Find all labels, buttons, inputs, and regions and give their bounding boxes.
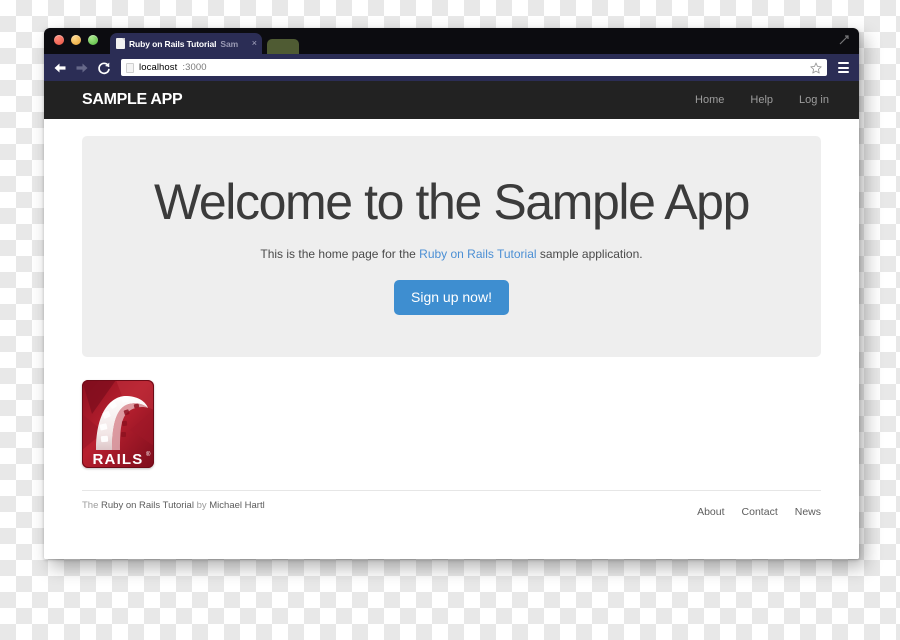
page-container: Welcome to the Sample App This is the ho… (44, 136, 859, 518)
footer-tutorial-link[interactable]: Ruby on Rails Tutorial (101, 500, 194, 511)
rails-wordmark: RAILS (93, 451, 144, 468)
url-port-text: :3000 (182, 62, 207, 73)
reload-icon[interactable] (97, 61, 111, 75)
browser-tab-inactive[interactable] (267, 39, 299, 54)
tab-close-icon[interactable]: × (252, 39, 257, 48)
footer-text-middle: by (193, 500, 210, 511)
tutorial-link[interactable]: Ruby on Rails Tutorial (419, 247, 536, 261)
url-host-text: localhost (139, 62, 178, 73)
bookmark-star-icon[interactable] (810, 62, 822, 74)
menu-line (838, 71, 849, 73)
nav-link-help[interactable]: Help (750, 94, 773, 106)
close-window-button[interactable] (54, 35, 64, 45)
window-resize-icon[interactable] (839, 35, 850, 46)
rails-logo[interactable]: RAILS ® (82, 380, 154, 468)
signup-button[interactable]: Sign up now! (394, 280, 509, 315)
site-favicon-icon (126, 62, 134, 73)
tab-title: Ruby on Rails Tutorial (129, 38, 217, 49)
hero-subtitle-before: This is the home page for the (260, 247, 420, 261)
browser-toolbar: localhost :3000 (44, 54, 859, 81)
nav-link-home[interactable]: Home (695, 94, 724, 106)
address-bar[interactable]: localhost :3000 (121, 59, 827, 76)
maximize-window-button[interactable] (88, 35, 98, 45)
back-icon[interactable] (53, 61, 67, 75)
tab-title-truncated: Sam (220, 38, 239, 49)
page-title: Welcome to the Sample App (154, 174, 750, 230)
page-viewport: SAMPLE APP Home Help Log in Welcome to t… (44, 81, 859, 559)
footer-link-about[interactable]: About (697, 506, 724, 518)
minimize-window-button[interactable] (71, 35, 81, 45)
hero-subtitle: This is the home page for the Ruby on Ra… (102, 247, 801, 261)
footer-credit: The Ruby on Rails Tutorial by Michael Ha… (82, 500, 265, 511)
footer-links: About Contact News (697, 500, 821, 518)
logo-area: RAILS ® (82, 380, 821, 468)
footer-author-link[interactable]: Michael Hartl (209, 500, 264, 511)
forward-icon[interactable] (75, 61, 89, 75)
site-nav-links: Home Help Log in (695, 94, 829, 106)
window-traffic-lights (54, 35, 98, 45)
menu-line (838, 62, 849, 64)
footer-link-contact[interactable]: Contact (742, 506, 778, 518)
site-navbar: SAMPLE APP Home Help Log in (44, 81, 859, 119)
hero-jumbotron: Welcome to the Sample App This is the ho… (82, 136, 821, 357)
browser-titlebar: Ruby on Rails Tutorial Sam × (44, 28, 859, 54)
rails-trademark: ® (146, 451, 151, 458)
hero-subtitle-after: sample application. (536, 247, 643, 261)
menu-line (838, 66, 849, 69)
browser-window: Ruby on Rails Tutorial Sam × localhost:… (44, 28, 859, 559)
browser-menu-icon[interactable] (835, 59, 852, 76)
footer-text-before: The (82, 500, 102, 511)
nav-link-login[interactable]: Log in (799, 94, 829, 106)
tab-favicon-icon (116, 38, 125, 49)
site-brand[interactable]: SAMPLE APP (82, 91, 183, 109)
site-footer: The Ruby on Rails Tutorial by Michael Ha… (82, 490, 821, 518)
browser-tab-active[interactable]: Ruby on Rails Tutorial Sam × (110, 33, 262, 54)
footer-link-news[interactable]: News (795, 506, 821, 518)
